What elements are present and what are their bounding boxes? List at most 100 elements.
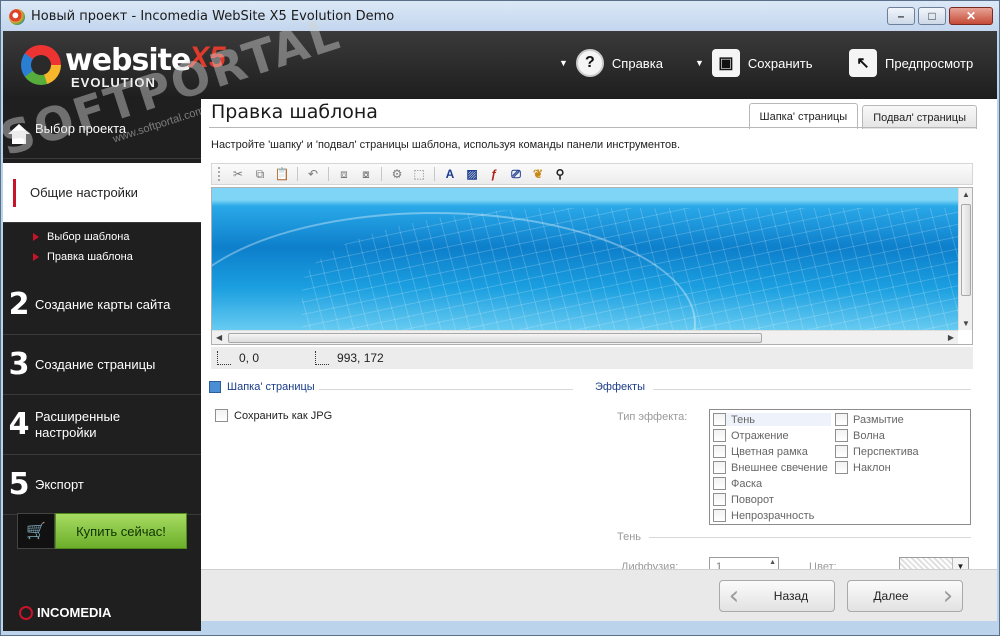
effect-type-label: Тип эффекта: <box>617 411 688 423</box>
effect-checkbox[interactable] <box>713 493 726 506</box>
preview-button[interactable]: ↖ Предпросмотр <box>849 45 973 81</box>
effect-label: Тень <box>731 413 756 426</box>
company-logo: INCOMEDIA <box>19 605 111 620</box>
buy-now-button[interactable]: 🛒 Купить сейчас! <box>17 513 187 549</box>
close-button[interactable]: ✕ <box>949 7 993 25</box>
back-button[interactable]: ‹ Назад <box>719 580 835 612</box>
step-number: 4 <box>8 407 30 442</box>
ungroup-icon[interactable]: ⬚ <box>409 165 429 183</box>
sidebar-subitem-edit-template[interactable]: Правка шаблона <box>3 247 201 267</box>
effect-checkbox[interactable] <box>713 461 726 474</box>
save-jpg-label: Сохранить как JPG <box>234 409 333 422</box>
sidebar-item-pages[interactable]: 3 Создание страницы <box>3 335 201 395</box>
bullet-icon <box>33 233 39 241</box>
effects-list[interactable]: Тень Отражение Цветная рамка Внешнее све… <box>709 409 971 525</box>
effect-option[interactable]: Непрозрачность <box>713 509 814 522</box>
maximize-icon: □ <box>928 9 936 23</box>
main-panel: Правка шаблона Шапка' страницы Подвал' с… <box>201 99 997 619</box>
effect-option[interactable]: Цветная рамка <box>713 445 808 458</box>
section-header-label: Шапка' страницы <box>227 381 315 393</box>
effect-option[interactable]: Волна <box>835 429 885 442</box>
app-header: website X5 EVOLUTION ▼ ? Справка ▼ ▣ Сох… <box>3 31 997 99</box>
send-backward-icon[interactable]: ⧇ <box>356 165 376 183</box>
help-button[interactable]: ▼ ? Справка <box>559 45 663 81</box>
slideshow-icon[interactable]: ⎚ <box>506 165 526 183</box>
subitem-label: Выбор шаблона <box>47 231 130 243</box>
effect-option[interactable]: Перспектива <box>835 445 919 458</box>
vertical-scroll-thumb[interactable] <box>961 204 971 296</box>
effect-option[interactable]: Наклон <box>835 461 891 474</box>
copy-icon[interactable]: ⧉ <box>250 165 270 183</box>
tab-header[interactable]: Шапка' страницы <box>748 103 859 129</box>
effect-label: Размытие <box>853 413 904 426</box>
tab-divider <box>209 127 977 128</box>
vertical-scrollbar[interactable]: ▲ ▼ <box>958 188 972 330</box>
section-divider <box>319 389 573 390</box>
section-divider <box>649 537 971 538</box>
effects-header: Эффекты <box>595 381 645 393</box>
flash-icon[interactable]: ƒ <box>484 165 504 183</box>
effect-checkbox[interactable] <box>835 445 848 458</box>
image-icon[interactable]: ▨ <box>462 165 482 183</box>
template-canvas[interactable]: ▲ ▼ ◀ ▶ <box>211 187 973 345</box>
effect-checkbox[interactable] <box>713 477 726 490</box>
scroll-up-icon[interactable]: ▲ <box>962 190 970 199</box>
scroll-down-icon[interactable]: ▼ <box>962 319 970 328</box>
save-button[interactable]: ▼ ▣ Сохранить <box>695 45 813 81</box>
app-window: Новый проект - Incomedia WebSite X5 Evol… <box>0 0 1000 636</box>
effect-checkbox[interactable] <box>835 413 848 426</box>
minimize-button[interactable]: – <box>887 7 915 25</box>
save-dropdown-arrow[interactable]: ▼ <box>695 58 704 68</box>
group-icon[interactable]: ⚙ <box>387 165 407 183</box>
help-dropdown-arrow[interactable]: ▼ <box>559 58 568 68</box>
effect-label: Внешнее свечение <box>731 461 828 474</box>
header-image[interactable] <box>212 188 958 330</box>
scroll-left-icon[interactable]: ◀ <box>216 333 222 342</box>
paste-icon[interactable]: 📋 <box>272 165 292 183</box>
effect-checkbox[interactable] <box>713 509 726 522</box>
sidebar-item-advanced[interactable]: 4 Расширенные настройки <box>3 395 201 455</box>
save-jpg-checkbox[interactable] <box>215 409 228 422</box>
effect-checkbox[interactable] <box>713 429 726 442</box>
effect-checkbox[interactable] <box>713 413 726 426</box>
effect-option[interactable]: Тень <box>713 413 831 426</box>
cut-icon[interactable]: ✂ <box>228 165 248 183</box>
toolbar-grip[interactable] <box>218 167 222 181</box>
bring-forward-icon[interactable]: ⧈ <box>334 165 354 183</box>
effect-checkbox[interactable] <box>713 445 726 458</box>
undo-icon[interactable]: ↶ <box>303 165 323 183</box>
sidebar-item-project[interactable]: Выбор проекта <box>3 99 201 159</box>
wizard-footer: ‹ Назад Далее › <box>201 569 997 621</box>
scroll-right-icon[interactable]: ▶ <box>948 333 954 342</box>
horizontal-scrollbar[interactable]: ◀ ▶ <box>212 330 958 344</box>
effect-option[interactable]: Отражение <box>713 429 789 442</box>
save-jpg-option[interactable]: Сохранить как JPG <box>215 409 332 422</box>
tab-footer[interactable]: Подвал' страницы <box>862 105 977 129</box>
effect-option[interactable]: Размытие <box>835 413 904 426</box>
effect-option[interactable]: Внешнее свечение <box>713 461 828 474</box>
sidebar-subitem-choose-template[interactable]: Выбор шаблона <box>3 227 201 247</box>
shadow-label: Тень <box>617 531 642 543</box>
sidebar-item-export[interactable]: 5 Экспорт <box>3 455 201 515</box>
text-icon[interactable]: A <box>440 165 460 183</box>
company-mark-icon <box>19 605 33 620</box>
position-value: 0, 0 <box>239 351 260 365</box>
horizontal-scroll-thumb[interactable] <box>228 333 762 343</box>
sidebar-item-general-settings[interactable]: Общие настройки <box>3 163 201 223</box>
save-label: Сохранить <box>747 55 813 71</box>
effect-checkbox[interactable] <box>835 461 848 474</box>
back-label: Назад <box>773 589 809 603</box>
sidebar-item-sitemap[interactable]: 2 Создание карты сайта <box>3 275 201 335</box>
step-number: 3 <box>8 347 30 382</box>
toolbar-separator <box>381 167 382 181</box>
effect-label: Цветная рамка <box>731 445 808 458</box>
effect-option[interactable]: Поворот <box>713 493 774 506</box>
maximize-button[interactable]: □ <box>918 7 946 25</box>
library-icon[interactable]: ❦ <box>528 165 548 183</box>
position-icon <box>217 351 231 365</box>
effect-option[interactable]: Фаска <box>713 477 762 490</box>
logo-mark <box>21 45 61 85</box>
next-button[interactable]: Далее › <box>847 580 963 612</box>
effect-checkbox[interactable] <box>835 429 848 442</box>
search-icon[interactable]: ⚲ <box>550 165 570 183</box>
